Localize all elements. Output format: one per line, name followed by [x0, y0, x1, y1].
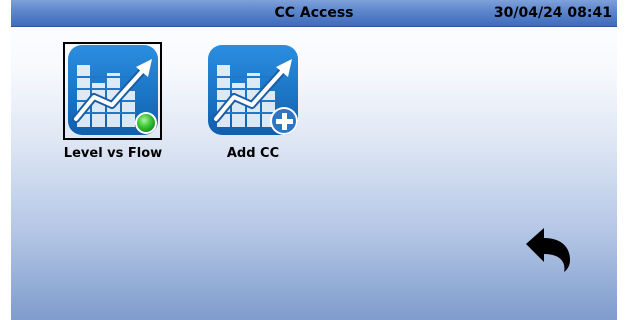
app-label[interactable]: Add CC	[208, 146, 298, 162]
screen: CC Access 30/04/24 08:41 Level vs Flow A…	[11, 0, 617, 320]
add-icon	[270, 107, 298, 135]
chart-trend-icon[interactable]	[208, 45, 298, 135]
date-time: 30/04/24 08:41	[493, 5, 612, 21]
app-label[interactable]: Level vs Flow	[56, 146, 170, 162]
chart-trend-icon[interactable]	[68, 45, 158, 135]
title-bar: CC Access 30/04/24 08:41	[11, 0, 617, 27]
back-arrow-icon[interactable]	[522, 222, 574, 274]
status-indicator-icon	[137, 114, 155, 132]
